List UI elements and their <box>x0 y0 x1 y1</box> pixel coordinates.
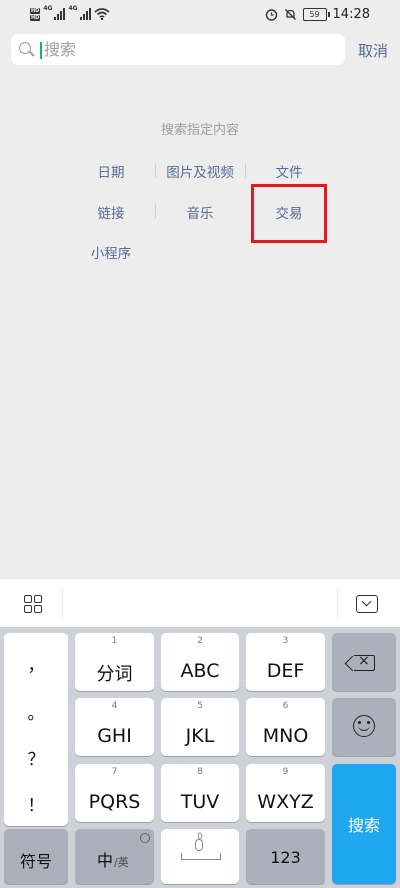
key-8[interactable]: 8 TUV <box>161 764 239 822</box>
key-label: WXYZ <box>257 791 314 813</box>
lang-alt-label: /英 <box>114 856 129 869</box>
key-7[interactable]: 7 PQRS <box>75 764 154 822</box>
key-label: ABC <box>180 660 220 682</box>
key-5[interactable]: 5 JKL <box>161 698 239 756</box>
sim1-hd-label: HD <box>30 7 41 14</box>
wifi-icon <box>94 8 110 20</box>
key-label: JKL <box>185 725 215 747</box>
search-row: 取消 <box>0 28 400 74</box>
search-key[interactable]: 搜索 <box>332 764 396 884</box>
search-box[interactable] <box>11 34 345 65</box>
highlight-box <box>251 184 327 243</box>
key-label: 分词 <box>96 664 133 685</box>
lang-main-label: 中 <box>97 851 114 870</box>
category-mini-programs[interactable]: 小程序 <box>66 242 156 262</box>
keyboard-toolbar <box>0 578 400 627</box>
key-label: 123 <box>270 848 301 867</box>
key-label: DEF <box>266 660 305 682</box>
key-label: 搜索 <box>347 816 380 835</box>
keyboard: ， 。 ？ ！ 1 分词 2 ABC 3 DEF 4 GHI 5 JKL 6 M… <box>0 627 400 888</box>
category-music[interactable]: 音乐 <box>155 202 245 222</box>
signal-icon <box>79 8 91 20</box>
category-links[interactable]: 链接 <box>66 202 156 222</box>
cancel-button[interactable]: 取消 <box>358 40 388 61</box>
signal-icon <box>54 8 66 20</box>
key-label: 符号 <box>19 852 52 871</box>
net2-type: 4G <box>68 5 78 12</box>
key-4[interactable]: 4 GHI <box>75 698 154 756</box>
alarm-icon <box>265 8 277 21</box>
divider <box>337 589 338 617</box>
emoji-key[interactable] <box>332 698 396 756</box>
key-9[interactable]: 9 WXYZ <box>246 764 325 822</box>
search-icon <box>19 42 31 54</box>
language-switch-key[interactable]: 中 /英 <box>75 829 154 884</box>
category-images-videos[interactable]: 图片及视频 <box>155 161 245 181</box>
space-icon <box>181 853 221 860</box>
microphone-icon <box>195 839 203 851</box>
collapse-keyboard-icon[interactable] <box>356 595 378 613</box>
emoji-icon <box>353 715 375 737</box>
hd-indicator: HD HD <box>30 7 41 21</box>
key-number: 4 <box>111 701 118 711</box>
key-number: 2 <box>197 636 203 646</box>
punct-period-key[interactable]: 。 <box>4 699 68 724</box>
search-scope-hint: 搜索指定内容 <box>160 123 239 138</box>
numbers-key[interactable]: 123 <box>246 829 325 884</box>
status-bar: HD HD 4G 4G 59 14:28 <box>0 0 400 28</box>
backspace-key[interactable] <box>332 633 396 691</box>
space-key[interactable]: 0 <box>161 829 239 884</box>
mute-icon <box>284 8 296 20</box>
globe-icon <box>140 833 150 843</box>
key-number: 7 <box>111 767 118 777</box>
key-3[interactable]: 3 DEF <box>246 633 325 691</box>
key-1[interactable]: 1 分词 <box>75 633 154 691</box>
category-files[interactable]: 文件 <box>244 161 334 181</box>
key-label: PQRS <box>88 791 141 813</box>
punct-comma-key[interactable]: ， <box>4 651 68 676</box>
key-2[interactable]: 2 ABC <box>161 633 239 691</box>
backspace-icon <box>354 653 375 671</box>
key-6[interactable]: 6 MNO <box>246 698 325 756</box>
net1-type: 4G <box>43 5 53 12</box>
divider <box>62 589 63 617</box>
battery-icon: 59 <box>302 7 330 21</box>
key-label: GHI <box>97 725 132 747</box>
key-label: TUV <box>180 791 220 813</box>
search-input[interactable] <box>44 34 334 65</box>
key-number: 3 <box>282 636 289 646</box>
text-caret <box>40 42 42 59</box>
symbols-key[interactable]: 符号 <box>4 829 68 884</box>
punctuation-column[interactable]: ， 。 ？ ！ <box>4 633 68 826</box>
sim2-hd-label: HD <box>30 14 41 21</box>
key-number: 6 <box>282 701 289 711</box>
clock: 14:28 <box>332 6 370 22</box>
key-number: 5 <box>197 701 203 711</box>
category-date[interactable]: 日期 <box>66 161 156 181</box>
status-left: HD HD 4G 4G <box>30 5 110 23</box>
key-label: MNO <box>262 725 309 747</box>
key-number: 9 <box>282 767 289 777</box>
key-number: 1 <box>111 636 118 646</box>
punct-exclaim-key[interactable]: ！ <box>4 791 68 816</box>
status-right: 59 14:28 <box>265 4 370 24</box>
punct-question-key[interactable]: ？ <box>4 745 68 770</box>
key-number: 8 <box>197 767 203 777</box>
grid-icon[interactable] <box>24 595 44 615</box>
